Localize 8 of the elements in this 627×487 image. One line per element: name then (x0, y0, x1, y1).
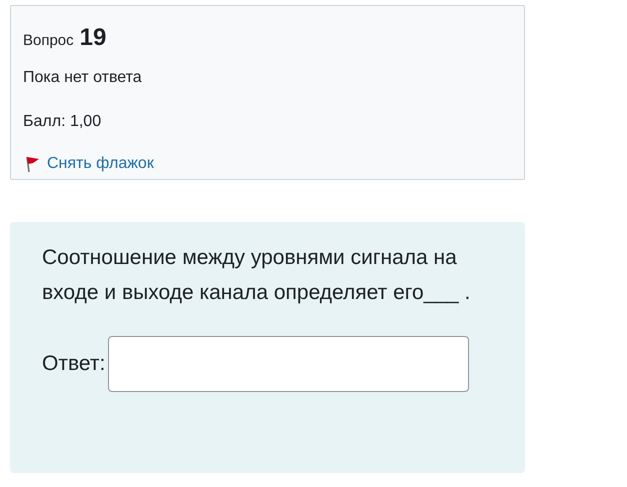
question-text: Соотношение между уровнями сигнала на входе и выходе канала определяет его___ . (42, 245, 472, 306)
answer-field[interactable] (108, 336, 470, 392)
answer-label: Ответ: (42, 351, 106, 378)
question-number: 19 (80, 23, 106, 53)
grade-text: Балл: 1,00 (23, 112, 102, 132)
question-label: Вопрос (23, 31, 74, 51)
answer-status: Пока нет ответа (23, 68, 143, 88)
remove-flag-link[interactable]: Снять флажок (23, 152, 154, 176)
